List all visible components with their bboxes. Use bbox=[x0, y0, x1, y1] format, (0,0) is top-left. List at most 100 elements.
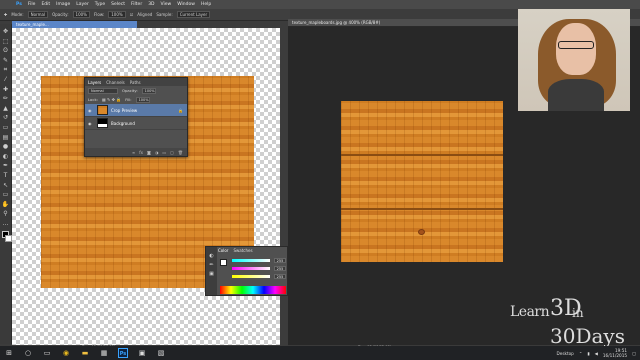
more-tools-icon[interactable]: … bbox=[2, 220, 10, 229]
shape-tool-icon[interactable]: ▭ bbox=[2, 191, 10, 200]
menu-type[interactable]: Type bbox=[95, 2, 105, 7]
path-select-icon[interactable]: ↖ bbox=[2, 182, 10, 191]
volume-icon[interactable]: ◀ bbox=[595, 351, 598, 356]
opacity-field[interactable]: 100% bbox=[72, 11, 90, 18]
tab-paths[interactable]: Paths bbox=[130, 80, 141, 85]
left-document-tab[interactable]: texture_maple... bbox=[12, 21, 137, 28]
layer-row-crop-preview[interactable]: ◉ Crop Preview 🔒 bbox=[85, 104, 187, 117]
adjust-panel-icon[interactable]: ▣ bbox=[209, 271, 214, 277]
hand-tool-icon[interactable]: ✋ bbox=[2, 201, 10, 210]
tray-chevron-icon[interactable]: ⌃ bbox=[579, 351, 583, 356]
ps-app-icon[interactable]: Ps bbox=[16, 2, 22, 7]
blend-mode-select[interactable]: Normal bbox=[88, 87, 118, 94]
fx-icon[interactable]: fx bbox=[139, 150, 143, 155]
layer-opacity-field[interactable]: 100% bbox=[141, 87, 156, 94]
color-panel-tabs: Color Swatches bbox=[218, 248, 253, 253]
tab-swatches[interactable]: Swatches bbox=[233, 248, 252, 253]
layer-name: Background bbox=[111, 120, 135, 126]
desktop-label[interactable]: Desktop bbox=[557, 351, 574, 356]
mapleboards-texture-image bbox=[341, 101, 503, 262]
system-tray: Desktop ⌃ ▮ ◀ 19:51 16/11/2015 ▢ bbox=[534, 346, 640, 360]
layer-thumbnail bbox=[97, 118, 108, 128]
menu-select[interactable]: Select bbox=[111, 2, 125, 7]
mask-icon[interactable]: ◙ bbox=[147, 150, 151, 155]
clock[interactable]: 19:51 16/11/2015 bbox=[603, 348, 627, 358]
webcam-overlay bbox=[518, 9, 630, 111]
flow-field[interactable]: 100% bbox=[108, 11, 126, 18]
menu-layer[interactable]: Layer bbox=[76, 2, 89, 7]
chrome-icon[interactable]: ◉ bbox=[61, 348, 71, 358]
group-icon[interactable]: ▭ bbox=[162, 150, 166, 155]
windows-start-icon[interactable]: ⊞ bbox=[4, 348, 14, 358]
clone-stamp-icon[interactable]: ▲ bbox=[2, 105, 10, 114]
eraser-icon[interactable]: ▭ bbox=[2, 124, 10, 133]
image-viewer-icon[interactable]: ▧ bbox=[156, 348, 166, 358]
visibility-eye-icon[interactable]: ◉ bbox=[88, 121, 94, 126]
b-value[interactable]: 255 bbox=[274, 274, 286, 279]
color-panel-icon[interactable]: ◐ bbox=[209, 253, 213, 259]
background-color[interactable] bbox=[4, 235, 12, 243]
layer-row-background[interactable]: ◉ Background bbox=[85, 117, 187, 130]
g-slider[interactable] bbox=[232, 267, 270, 270]
gradient-icon[interactable]: ▤ bbox=[2, 134, 10, 143]
menu-file[interactable]: File bbox=[28, 2, 36, 7]
link-layers-icon[interactable]: ∞ bbox=[132, 150, 135, 155]
menu-help[interactable]: Help bbox=[201, 2, 211, 7]
r-slider[interactable] bbox=[232, 259, 270, 262]
tab-layers[interactable]: Layers bbox=[88, 80, 101, 85]
fill-field[interactable]: 100% bbox=[135, 96, 150, 103]
zoom-tool-icon[interactable]: ⚲ bbox=[2, 210, 10, 219]
eyedropper-icon[interactable]: ⁄ bbox=[2, 76, 10, 85]
aligned-checkbox[interactable]: ☑ bbox=[130, 12, 134, 17]
notifications-icon[interactable]: ▢ bbox=[632, 351, 636, 356]
mode-select[interactable]: Normal bbox=[27, 11, 49, 18]
layers-panel: Layers Channels Paths Normal Opacity: 10… bbox=[84, 77, 188, 157]
tab-channels[interactable]: Channels bbox=[106, 80, 125, 85]
brush-tool-icon[interactable]: ✏ bbox=[2, 95, 10, 104]
blur-icon[interactable]: ● bbox=[2, 143, 10, 152]
adjustment-icon[interactable]: ◑ bbox=[155, 150, 159, 155]
menu-edit[interactable]: Edit bbox=[41, 2, 50, 7]
marquee-tool-icon[interactable]: ⬚ bbox=[2, 38, 10, 47]
lasso-tool-icon[interactable]: ʘ bbox=[2, 47, 10, 56]
search-icon[interactable]: ○ bbox=[23, 348, 33, 358]
file-explorer-icon[interactable]: ▬ bbox=[80, 348, 90, 358]
logo-learn: Learn bbox=[510, 304, 550, 320]
photos-icon[interactable]: ▣ bbox=[137, 348, 147, 358]
clone-stamp-icon[interactable]: ✚ bbox=[4, 12, 7, 17]
photoshop-icon[interactable]: Ps bbox=[118, 348, 128, 358]
logo-in: in bbox=[572, 306, 584, 320]
type-tool-icon[interactable]: T bbox=[2, 172, 10, 181]
menu-3d[interactable]: 3D bbox=[148, 2, 154, 7]
menu-bar: Ps File Edit Image Layer Type Select Fil… bbox=[0, 0, 640, 9]
menu-image[interactable]: Image bbox=[56, 2, 70, 7]
pen-tool-icon[interactable]: ✒ bbox=[2, 162, 10, 171]
quick-select-icon[interactable]: ✎ bbox=[2, 57, 10, 66]
color-spectrum-bar[interactable] bbox=[220, 286, 286, 294]
task-view-icon[interactable]: ▭ bbox=[42, 348, 52, 358]
g-value[interactable]: 255 bbox=[274, 266, 286, 271]
menu-view[interactable]: View bbox=[161, 2, 172, 7]
new-layer-icon[interactable]: ▢ bbox=[170, 150, 174, 155]
current-color-swatch[interactable] bbox=[220, 259, 227, 266]
opacity-label: Opacity: bbox=[122, 88, 138, 93]
r-value[interactable]: 255 bbox=[274, 258, 286, 263]
network-icon[interactable]: ▮ bbox=[587, 351, 589, 356]
move-tool-icon[interactable]: ✥ bbox=[2, 28, 10, 37]
visibility-eye-icon[interactable]: ◉ bbox=[88, 108, 94, 113]
sample-select[interactable]: Current Layer bbox=[176, 11, 211, 18]
lock-icons[interactable]: ▦ ✎ ✥ 🔒 bbox=[102, 97, 121, 102]
store-icon[interactable]: ▦ bbox=[99, 348, 109, 358]
healing-brush-icon[interactable]: ✚ bbox=[2, 86, 10, 95]
brush-panel-icon[interactable]: ✏ bbox=[209, 262, 213, 268]
menu-filter[interactable]: Filter bbox=[131, 2, 142, 7]
delete-layer-icon[interactable]: 🗑 bbox=[178, 150, 183, 155]
flow-label: Flow: bbox=[93, 12, 105, 17]
crop-tool-icon[interactable]: ⌗ bbox=[2, 66, 10, 75]
b-slider[interactable] bbox=[232, 275, 270, 278]
menu-window[interactable]: Window bbox=[177, 2, 195, 7]
dodge-icon[interactable]: ◐ bbox=[2, 153, 10, 162]
tab-color[interactable]: Color bbox=[218, 248, 228, 253]
layer-name: Crop Preview bbox=[111, 107, 138, 113]
history-brush-icon[interactable]: ↺ bbox=[2, 114, 10, 123]
